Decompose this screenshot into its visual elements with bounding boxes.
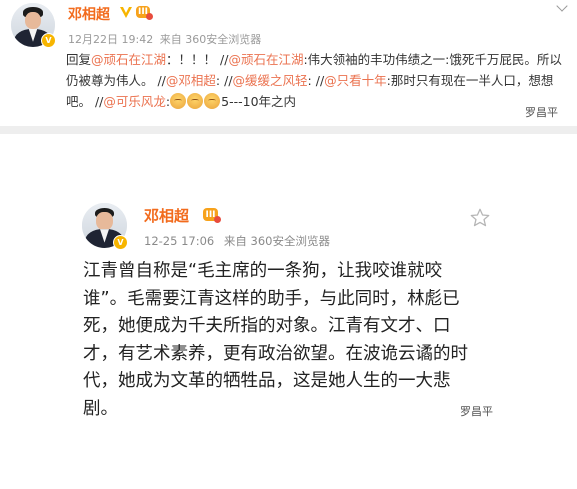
post-text: 5---10年之内	[221, 94, 297, 109]
verified-badge: V	[113, 235, 128, 250]
clap-emoji-icon	[204, 93, 221, 109]
mention-link[interactable]: @邓相超	[166, 73, 216, 88]
mention-link[interactable]: @顽石在江湖	[91, 52, 166, 67]
watermark: 罗昌平	[460, 405, 493, 418]
mention-link[interactable]: @只看十年	[324, 73, 387, 88]
verified-v-icon	[119, 4, 133, 18]
post-text: : //	[215, 73, 233, 88]
bottom-post-timestamp[interactable]: 12-25 17:06	[144, 234, 214, 248]
post-text: : //	[307, 73, 325, 88]
bottom-post-meta: 12-25 17:06 来自 360安全浏览器	[144, 233, 330, 249]
level-badge-icon: III	[203, 208, 221, 223]
mention-link[interactable]: @顽石在江湖	[228, 52, 303, 67]
top-post-source: 来自 360安全浏览器	[159, 33, 262, 46]
reply-prefix: 回复	[66, 52, 92, 67]
bottom-post-body: 江青曾自称是“毛主席的一条狗，让我咬谁就咬谁”。毛需要江青这样的助手，与此同时，…	[83, 261, 468, 419]
top-post-body: 回复@顽石在江湖：！！！ //@顽石在江湖:伟大领袖的丰功伟绩之一:饿死千万屁民…	[66, 49, 571, 112]
star-icon[interactable]	[469, 207, 491, 229]
chevron-down-icon[interactable]	[555, 2, 569, 16]
clap-emoji-icon	[187, 93, 204, 109]
bottom-post-author-name[interactable]: 邓相超	[144, 205, 189, 226]
level-badge-icon: III	[136, 6, 153, 20]
bottom-post-source: 来自 360安全浏览器	[223, 234, 330, 248]
mention-link[interactable]: @缓缓之风轻	[233, 73, 308, 88]
top-post-author-name[interactable]: 邓相超	[68, 4, 110, 24]
post-separator	[0, 126, 577, 134]
post-text: ：！！！ //	[166, 52, 229, 67]
mention-link[interactable]: @可乐风龙	[103, 94, 166, 109]
top-post-timestamp[interactable]: 12月22日 19:42	[68, 33, 153, 46]
clap-emoji-icon	[170, 93, 187, 109]
top-post-meta: 12月22日 19:42 来自 360安全浏览器	[68, 31, 261, 47]
verified-badge: V	[41, 33, 56, 48]
watermark: 罗昌平	[525, 106, 558, 119]
